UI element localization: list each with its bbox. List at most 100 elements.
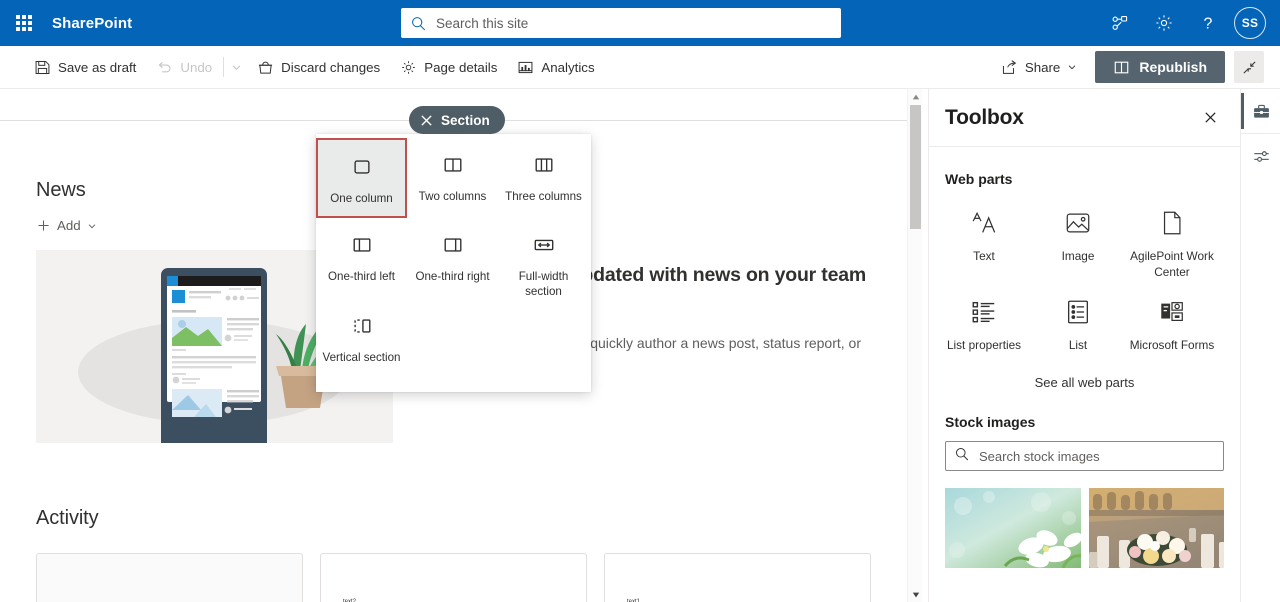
web-part-list-properties[interactable]: List properties — [937, 290, 1031, 363]
toolbox-title: Toolbox — [945, 105, 1024, 129]
activity-card[interactable] — [36, 553, 303, 602]
layout-option-vertical-section[interactable]: Vertical section — [316, 299, 407, 379]
layout-label: One-third left — [327, 270, 395, 283]
web-part-list[interactable]: List — [1031, 290, 1125, 363]
section-layout-grid: One column Two columns Three columns One… — [316, 134, 591, 379]
page-settings-icon[interactable] — [1241, 134, 1280, 178]
discard-changes-label: Discard changes — [281, 59, 381, 75]
canvas-scrollbar[interactable] — [907, 89, 922, 602]
avatar[interactable]: SS — [1234, 7, 1266, 39]
toolbox-panel: Toolbox Web parts Text Image AgilePoint … — [928, 89, 1240, 602]
stock-image-search-box[interactable] — [945, 441, 1224, 471]
activity-card[interactable]: text2 — [320, 553, 587, 602]
web-part-label: AgilePoint Work Center — [1130, 249, 1214, 279]
command-bar-right: Share Republish — [991, 49, 1264, 85]
close-icon[interactable] — [1196, 104, 1224, 132]
sharepoint-brand[interactable]: SharePoint — [52, 15, 132, 32]
layout-label: Two columns — [418, 190, 487, 203]
layout-label: Three columns — [505, 190, 582, 203]
right-rail — [1240, 89, 1280, 602]
activity-cards: text2 text1 — [36, 553, 896, 602]
full-width-section-icon — [533, 232, 555, 258]
web-part-microsoft-forms[interactable]: Microsoft Forms — [1125, 290, 1219, 363]
layout-option-two-columns[interactable]: Two columns — [407, 138, 498, 218]
web-part-label: Text — [973, 249, 995, 263]
layout-option-one-third-left[interactable]: One-third left — [316, 218, 407, 299]
collapse-ribbon-button[interactable] — [1234, 51, 1264, 83]
stock-images-grid — [929, 471, 1240, 568]
search-icon — [411, 16, 426, 31]
app-launcher-button[interactable] — [0, 0, 48, 46]
gear-icon[interactable] — [1142, 0, 1186, 46]
analytics-button[interactable]: Analytics — [507, 48, 604, 86]
scroll-up-arrow-icon[interactable] — [908, 89, 923, 104]
suite-bar-actions: ? SS — [1098, 0, 1272, 46]
svg-text:?: ? — [1204, 16, 1213, 33]
activity-card[interactable]: text1 — [604, 553, 871, 602]
one-third-right-icon — [442, 232, 464, 258]
undo-button[interactable]: Undo — [146, 48, 222, 86]
toolbox-icon[interactable] — [1241, 89, 1280, 133]
section-layout-panel: One column Two columns Three columns One… — [316, 125, 591, 392]
stock-image-thumbnail[interactable] — [945, 488, 1081, 568]
document-icon — [1158, 207, 1186, 239]
image-icon — [1064, 207, 1092, 239]
toolbox-header: Toolbox — [929, 89, 1240, 147]
web-part-label: Microsoft Forms — [1129, 338, 1215, 352]
search-input[interactable] — [434, 14, 831, 32]
layout-label: One-third right — [415, 270, 490, 283]
vertical-section-icon — [351, 313, 373, 339]
web-part-label: List — [1068, 338, 1088, 352]
republish-button[interactable]: Republish — [1095, 51, 1225, 83]
web-part-agilepoint-work-center[interactable]: AgilePoint Work Center — [1125, 201, 1219, 290]
news-add-button[interactable]: Add — [36, 218, 97, 233]
web-part-text[interactable]: Text — [937, 201, 1031, 290]
layout-option-full-width-section[interactable]: Full-width section — [498, 218, 589, 299]
save-as-draft-label: Save as draft — [58, 59, 137, 75]
help-icon[interactable]: ? — [1186, 0, 1230, 46]
share-button[interactable]: Share — [991, 49, 1085, 85]
list-properties-icon — [970, 296, 998, 328]
page-details-button[interactable]: Page details — [390, 48, 507, 86]
chevron-down-icon — [88, 223, 95, 228]
command-bar: Save as draft Undo Discard changes Page … — [0, 46, 1280, 89]
one-column-icon — [351, 154, 373, 180]
undo-divider — [223, 57, 225, 77]
undo-chevron-down-icon[interactable] — [225, 48, 247, 86]
scroll-down-arrow-icon[interactable] — [908, 587, 923, 602]
discard-changes-button[interactable]: Discard changes — [247, 48, 390, 86]
section-pill[interactable]: Section — [409, 106, 505, 134]
suite-bar: SharePoint ? SS — [0, 0, 1280, 46]
layout-option-one-third-right[interactable]: One-third right — [407, 218, 498, 299]
layout-option-three-columns[interactable]: Three columns — [498, 138, 589, 218]
web-part-image[interactable]: Image — [1031, 201, 1125, 290]
save-as-draft-button[interactable]: Save as draft — [24, 48, 146, 86]
share-network-icon[interactable] — [1098, 0, 1142, 46]
stock-image-thumbnail[interactable] — [1088, 488, 1224, 568]
activity-title: Activity — [36, 507, 99, 529]
list-icon — [1064, 296, 1092, 328]
page-details-label: Page details — [424, 59, 498, 75]
search-icon — [955, 447, 969, 466]
layout-label: One column — [330, 192, 393, 205]
publish-icon — [1115, 61, 1129, 73]
command-bar-left: Save as draft Undo Discard changes Page … — [0, 48, 605, 86]
layout-option-one-column[interactable]: One column — [316, 138, 407, 218]
one-third-left-icon — [351, 232, 373, 258]
layout-label: Full-width section — [518, 270, 569, 298]
analytics-label: Analytics — [541, 59, 595, 75]
waffle-icon — [16, 15, 32, 31]
close-icon — [421, 114, 432, 126]
collapse-icon — [1243, 61, 1255, 73]
stock-image-search-input[interactable] — [977, 447, 1214, 465]
scrollbar-thumb[interactable] — [910, 105, 921, 229]
activity-web-part: Activity text2 text1 — [36, 507, 896, 602]
undo-label: Undo — [180, 59, 213, 75]
stock-images-heading: Stock images — [945, 414, 1036, 430]
site-search-box[interactable] — [401, 8, 841, 38]
two-columns-icon — [442, 152, 464, 178]
web-parts-grid: Text Image AgilePoint Work Center List p… — [929, 187, 1240, 363]
three-columns-icon — [533, 152, 555, 178]
text-icon — [970, 207, 998, 239]
see-all-web-parts-link[interactable]: See all web parts — [929, 375, 1240, 390]
